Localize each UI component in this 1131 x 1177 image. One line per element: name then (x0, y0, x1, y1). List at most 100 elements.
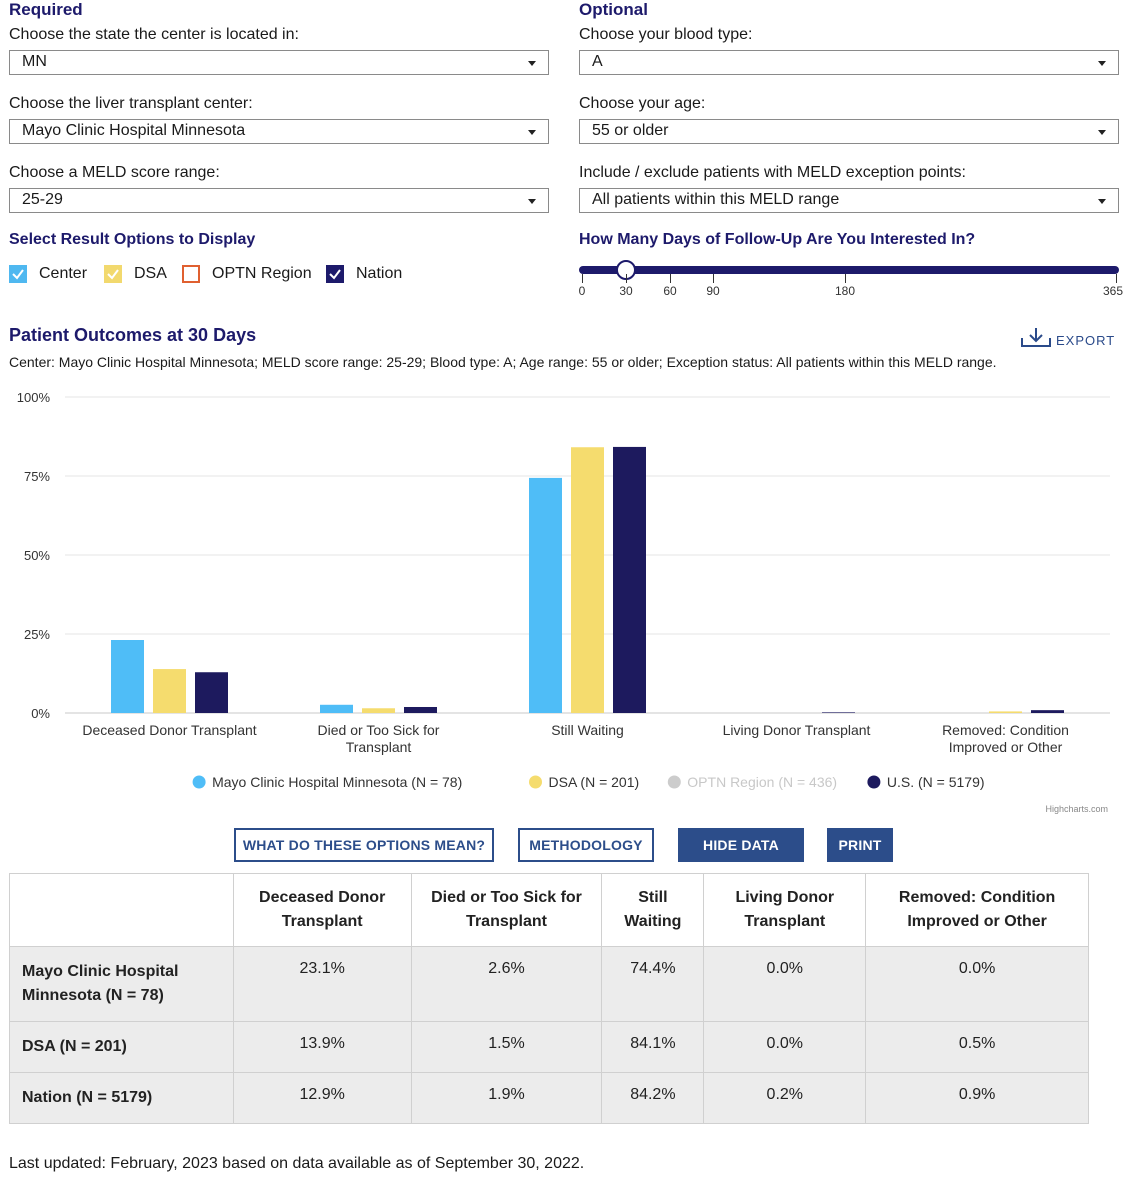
chevron-down-icon (1098, 130, 1106, 135)
meld-label: Choose a MELD score range: (9, 164, 220, 181)
checkbox-nation[interactable]: Nation (326, 264, 402, 284)
table-cell: 0.2% (703, 1072, 867, 1124)
legend-label: OPTN Region (N = 436) (687, 774, 837, 790)
checkbox-center[interactable]: Center (9, 264, 87, 284)
x-tick-label: Removed: Condition (942, 722, 1069, 738)
legend-marker (192, 775, 206, 789)
chevron-down-icon (528, 130, 536, 135)
required-heading: Required (9, 0, 83, 19)
export-label: EXPORT (1056, 333, 1116, 348)
bar (571, 447, 604, 713)
table-cell: 0.0% (703, 946, 867, 1022)
legend-label: DSA (N = 201) (549, 774, 640, 790)
checkbox-dsa-label: DSA (134, 265, 167, 282)
download-icon (1021, 328, 1051, 347)
table-cell: 74.4% (601, 946, 705, 1022)
table-header-cell: Removed: Condition Improved or Other (865, 873, 1089, 947)
blood-select-value: A (592, 53, 603, 70)
check-icon (104, 265, 122, 283)
table-row: DSA (N = 201) 13.9% 1.5% 84.1% 0.0% 0.5% (9, 1021, 1089, 1073)
legend-label: U.S. (N = 5179) (887, 774, 985, 790)
slider-tick (582, 274, 583, 283)
options-meaning-button[interactable]: WHAT DO THESE OPTIONS MEAN? (234, 828, 494, 862)
slider-tick (845, 274, 846, 283)
table-cell: 12.9% (232, 1072, 412, 1124)
slider-tick (670, 274, 671, 283)
table-row: Nation (N = 5179) 12.9% 1.9% 84.2% 0.2% … (9, 1072, 1089, 1124)
table-cell: 1.5% (410, 1021, 603, 1073)
exception-select[interactable]: All patients within this MELD range (579, 188, 1119, 213)
bar (529, 477, 562, 713)
slider-tick-label: 30 (619, 284, 633, 298)
chevron-down-icon (1098, 199, 1106, 204)
table-cell: 13.9% (232, 1021, 412, 1073)
methodology-button[interactable]: METHODOLOGY (518, 828, 654, 862)
checkbox-dsa[interactable]: DSA (104, 264, 167, 284)
state-select-value: MN (22, 53, 47, 70)
bar (362, 708, 395, 713)
slider-tick-label: 180 (834, 284, 856, 298)
chart-title: Patient Outcomes at 30 Days (9, 325, 257, 345)
chart-subtitle: Center: Mayo Clinic Hospital Minnesota; … (9, 354, 997, 370)
check-icon (9, 265, 27, 283)
followup-slider-track[interactable] (579, 266, 1119, 274)
table-row: Mayo Clinic Hospital Minnesota (N = 78) … (9, 946, 1089, 1022)
blood-select[interactable]: A (579, 50, 1119, 75)
table-header-cell: Deceased Donor Transplant (232, 873, 412, 947)
outcomes-bar-chart: 100% 75% 50% 25% 0% Deceased Donor Transplant… (17, 390, 1110, 814)
last-updated-text: Last updated: February, 2023 based on da… (9, 1155, 585, 1172)
print-button[interactable]: PRINT (827, 828, 893, 862)
blood-label: Choose your blood type: (579, 26, 753, 43)
table-cell: 84.1% (601, 1021, 705, 1073)
age-select[interactable]: 55 or older (579, 119, 1119, 144)
table-cell: 0.5% (865, 1021, 1089, 1073)
unchecked-box-icon (182, 265, 200, 283)
table-header-cell: Died or Too Sick for Transplant (410, 873, 603, 947)
bar (1031, 710, 1064, 713)
table-cell: 84.2% (601, 1072, 705, 1124)
meld-select-value: 25-29 (22, 191, 63, 208)
age-label: Choose your age: (579, 95, 706, 112)
slider-tick-label: 365 (1102, 284, 1124, 298)
table-header-cell (9, 873, 234, 947)
slider-tick-label: 60 (663, 284, 677, 298)
x-tick-label: Improved or Other (949, 739, 1063, 755)
x-tick-label: Transplant (346, 739, 412, 755)
slider-tick-label: 0 (578, 284, 586, 298)
check-icon (326, 265, 344, 283)
x-tick-label: Still Waiting (551, 722, 624, 738)
state-select[interactable]: MN (9, 50, 549, 75)
meld-select[interactable]: 25-29 (9, 188, 549, 213)
table-cell: 0.0% (865, 946, 1089, 1022)
legend-marker (529, 775, 542, 789)
bar (822, 712, 855, 713)
y-tick-label: 100% (17, 390, 51, 405)
legend-marker (667, 775, 681, 789)
center-select-value: Mayo Clinic Hospital Minnesota (22, 122, 246, 139)
row-label: DSA (N = 201) (9, 1021, 234, 1073)
table-header-row: Deceased Donor Transplant Died or Too Si… (9, 873, 1089, 947)
row-label: Nation (N = 5179) (9, 1072, 234, 1124)
checkbox-nation-label: Nation (356, 265, 403, 282)
state-label: Choose the state the center is located i… (9, 26, 299, 43)
optional-heading: Optional (579, 0, 648, 19)
hide-data-button[interactable]: HIDE DATA (678, 828, 804, 862)
legend-marker (867, 775, 881, 789)
row-label: Mayo Clinic Hospital Minnesota (N = 78) (9, 946, 234, 1022)
center-label: Choose the liver transplant center: (9, 95, 253, 112)
center-select[interactable]: Mayo Clinic Hospital Minnesota (9, 119, 549, 144)
table-cell: 23.1% (232, 946, 412, 1022)
bar (195, 672, 228, 713)
checkbox-center-label: Center (39, 265, 88, 282)
checkbox-optn-region[interactable]: OPTN Region (182, 264, 312, 284)
outcomes-table: Deceased Donor Transplant Died or Too Si… (9, 873, 1089, 1124)
export-button[interactable]: EXPORT (1020, 326, 1115, 348)
legend-label: Mayo Clinic Hospital Minnesota (N = 78) (212, 774, 462, 790)
x-tick-label: Deceased Donor Transplant (82, 722, 256, 738)
bar (404, 706, 437, 713)
slider-tick (713, 274, 714, 283)
chevron-down-icon (528, 199, 536, 204)
result-options-title: Select Result Options to Display (9, 231, 256, 248)
table-header-cell: Still Waiting (601, 873, 705, 947)
x-tick-label: Living Donor Transplant (723, 722, 871, 738)
